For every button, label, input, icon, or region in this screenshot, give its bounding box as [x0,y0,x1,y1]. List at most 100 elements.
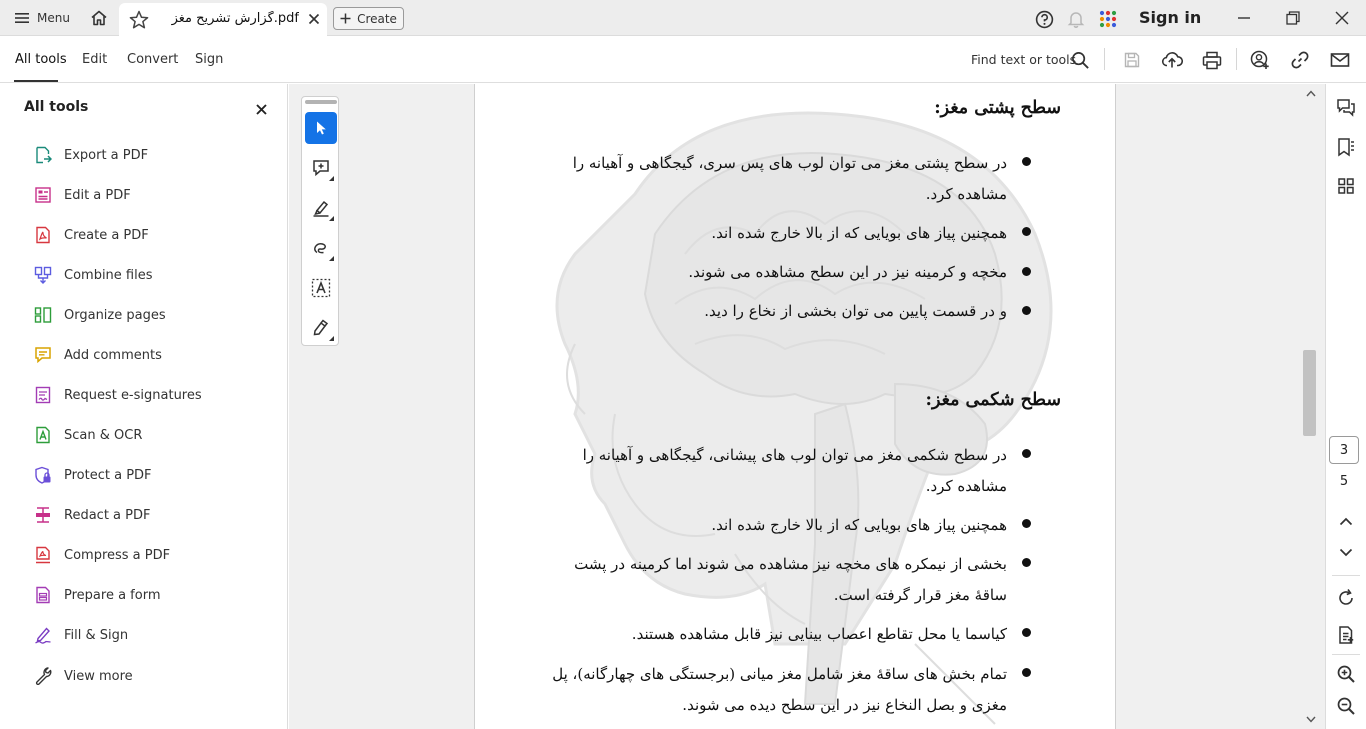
bullet-item: مخچه و کرمینه نیز در این سطح مشاهده می ش… [688,263,1007,281]
tool-export-pdf[interactable]: Export a PDF [34,143,148,167]
refresh-rotate-icon[interactable] [1333,585,1359,611]
bullet-line: مغزی و بصل النخاع نیز در این سطح دیده می… [682,696,1007,714]
scroll-thumb[interactable] [1303,350,1316,436]
create-button[interactable]: Create [333,7,404,30]
bullet-line: مشاهده کرد. [925,477,1007,495]
tab-sign[interactable]: Sign [195,52,223,67]
help-icon[interactable] [1033,8,1055,30]
tool-fill-sign[interactable]: Fill & Sign [34,623,128,647]
tool-redact-pdf[interactable]: Redact a PDF [34,503,150,527]
restore-icon[interactable] [1281,6,1305,30]
bullet-line: در سطح پشتی مغز می توان لوب های پس سری، … [572,154,1007,172]
bookmarks-panel-icon[interactable] [1333,134,1359,160]
tool-compress-pdf[interactable]: Compress a PDF [34,543,170,567]
tool-prepare-form[interactable]: Prepare a form [34,583,160,607]
scroll-down-arrow[interactable] [1299,712,1323,726]
tool-label: Export a PDF [64,147,149,163]
print-icon[interactable] [1200,48,1224,72]
tab-convert[interactable]: Convert [127,52,178,67]
tab-all-tools[interactable]: All tools [15,52,67,67]
bullet-item: در سطح پشتی مغز می توان لوب های پس سری، … [495,148,1007,210]
menu-button[interactable]: Menu [8,6,76,30]
tool-combine-files[interactable]: Combine files [34,263,153,287]
freehand-draw-icon [314,243,326,254]
document-viewer: سطح پشتی مغز: در سطح پشتی مغز می توان لو… [289,84,1325,729]
tool-request-esignatures[interactable]: Request e-signatures [34,383,202,407]
sign-tool-button[interactable] [305,312,337,344]
tool-protect-pdf[interactable]: Protect a PDF [34,463,152,487]
active-tab-indicator [14,80,58,82]
select-tool-button[interactable] [305,112,337,144]
submenu-indicator [329,256,334,261]
tab-title: گزارش تشریح مغز.pdf [171,11,299,26]
drag-handle[interactable] [305,100,337,104]
bullet-item: در سطح شکمی مغز می توان لوب های پیشانی، … [495,440,1007,502]
search-icon[interactable] [1068,48,1092,72]
home-icon [91,10,107,26]
bullet-item: همچنین پیاز های بویایی که از بالا خارج ش… [711,224,1007,242]
bullet-marker [1022,558,1031,567]
view-more-button[interactable]: View more [34,664,133,688]
tool-add-comments[interactable]: Add comments [34,343,162,367]
zoom-out-icon[interactable] [1333,693,1359,719]
tab-edit[interactable]: Edit [82,52,107,67]
pdf-page: سطح پشتی مغز: در سطح پشتی مغز می توان لو… [474,84,1116,729]
highlight-tool-button[interactable] [305,192,337,224]
highlighter-icon [313,200,329,217]
tool-scan-ocr[interactable]: Scan & OCR [34,423,142,447]
save-icon[interactable] [1120,48,1144,72]
share-user-icon[interactable] [1248,48,1272,72]
next-page-icon[interactable] [1333,539,1359,565]
notification-bell-icon[interactable] [1065,8,1087,30]
hamburger-icon [15,13,29,23]
sign-in-button[interactable]: Sign in [1139,8,1201,27]
rail-divider [1332,575,1360,576]
bullet-line: مشاهده کرد. [925,185,1007,203]
bullet-marker [1022,449,1031,458]
view-more-label: View more [64,668,133,684]
compress-pdf-icon [36,546,50,564]
find-text-or-tools[interactable]: Find text or tools [971,52,1076,67]
close-tab-icon[interactable] [305,10,323,28]
tool-create-pdf[interactable]: Create a PDF [34,223,149,247]
cursor-arrow-icon [317,121,326,135]
comment-plus-icon [313,160,329,177]
title-bar: Menu گزارش تشریح مغز.pdf Create Sign in [0,0,1366,36]
bullet-marker [1022,628,1031,637]
text-box-tool-button[interactable] [305,272,337,304]
scroll-up-arrow[interactable] [1299,86,1323,100]
tool-organize-pages[interactable]: Organize pages [34,303,166,327]
draw-tool-button[interactable] [305,232,337,264]
zoom-in-icon[interactable] [1333,661,1359,687]
link-icon[interactable] [1288,48,1312,72]
home-button[interactable] [86,6,112,30]
apps-grid-icon[interactable] [1097,8,1119,30]
add-comments-icon [35,347,51,364]
star-icon[interactable] [128,9,150,31]
previous-page-icon[interactable] [1333,508,1359,534]
export-pdf-icon [36,146,52,164]
document-tab[interactable]: گزارش تشریح مغز.pdf [119,3,327,36]
current-page-input[interactable]: 3 [1329,436,1359,464]
bullet-marker [1022,157,1031,166]
email-icon[interactable] [1328,48,1352,72]
plus-icon [340,13,351,24]
thumbnails-panel-icon[interactable] [1333,173,1359,199]
document-scrollbar[interactable] [1299,84,1323,729]
page-document-icon[interactable] [1333,622,1359,648]
submenu-indicator [329,336,334,341]
minimize-icon[interactable] [1232,6,1256,30]
upload-cloud-icon[interactable] [1160,48,1184,72]
add-comment-tool-button[interactable] [305,152,337,184]
close-window-icon[interactable] [1330,6,1354,30]
tool-label: Organize pages [64,307,166,323]
comments-panel-icon[interactable] [1333,95,1359,121]
tool-label: Scan & OCR [64,427,143,443]
request-esign-icon [35,386,51,404]
redact-pdf-icon [36,507,50,523]
tool-edit-pdf[interactable]: Edit a PDF [34,183,131,207]
bullet-marker [1022,306,1031,315]
bullet-item: همچنین پیاز های بویایی که از بالا خارج ش… [711,516,1007,534]
close-panel-icon[interactable] [252,100,270,118]
bullet-line: بخشی از نیمکره های مخچه نیز مشاهده می شو… [574,555,1007,573]
